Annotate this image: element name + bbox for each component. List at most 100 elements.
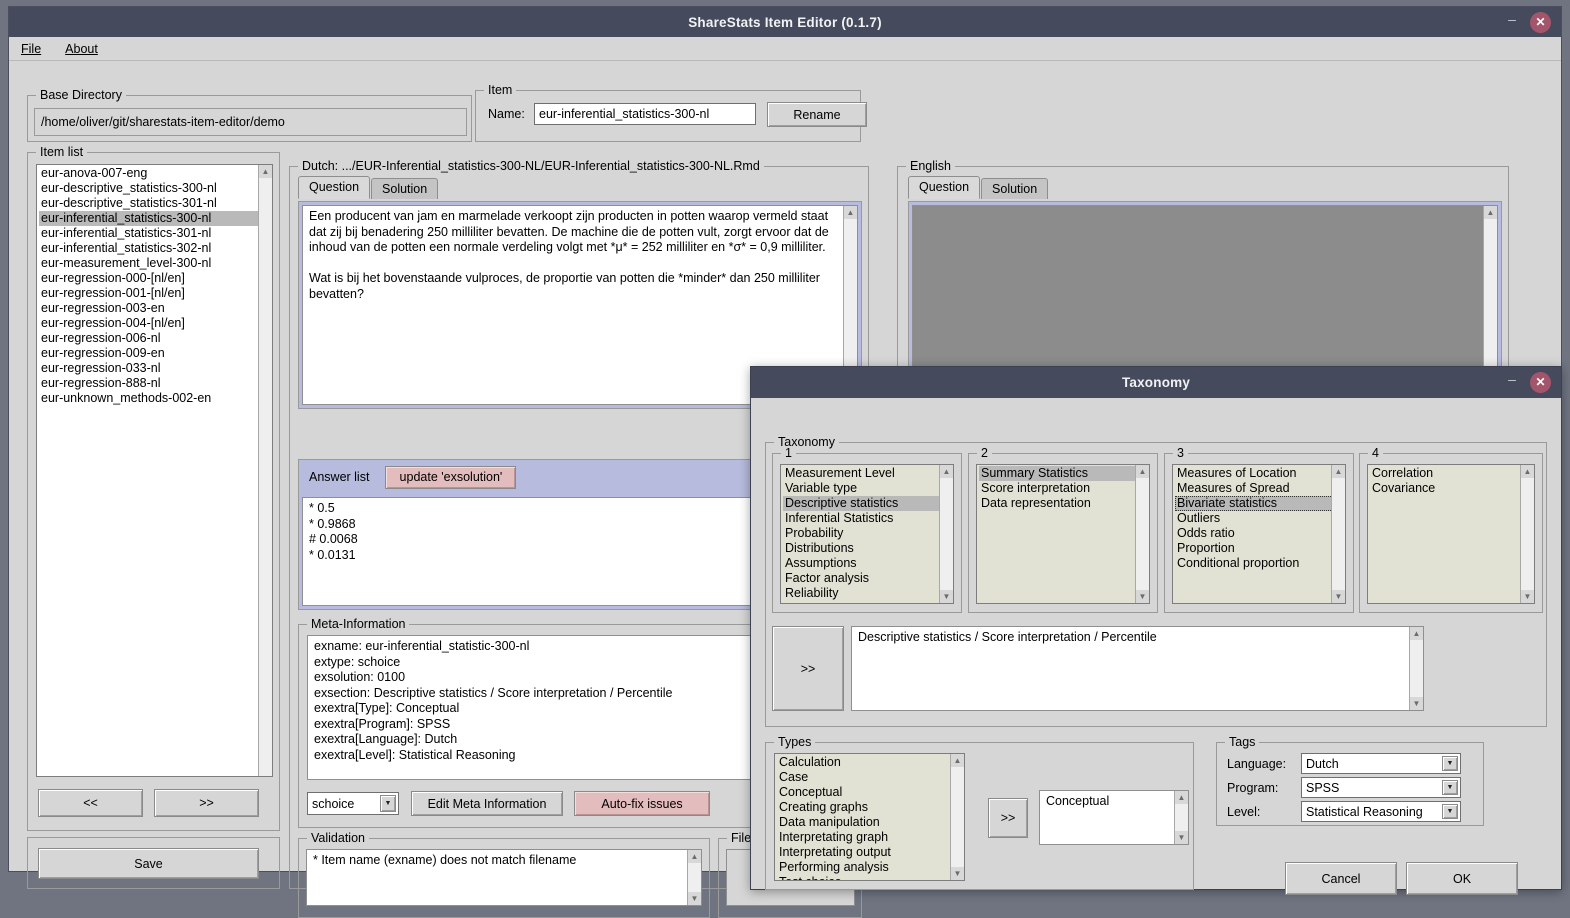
list-item[interactable]: eur-inferential_statistics-300-nl [39, 211, 272, 226]
close-icon[interactable]: ✕ [1530, 371, 1551, 393]
list-item[interactable]: Descriptive statistics [783, 496, 953, 511]
list-item[interactable]: Proportion [1175, 541, 1345, 556]
scroll-up-icon[interactable]: ▲ [844, 206, 857, 219]
list-item[interactable]: Inferential Statistics [783, 511, 953, 526]
list-item[interactable]: eur-regression-888-nl [39, 376, 272, 391]
list-item[interactable]: eur-descriptive_statistics-301-nl [39, 196, 272, 211]
minimize-icon[interactable]: – [1504, 12, 1520, 30]
list-item[interactable]: eur-descriptive_statistics-300-nl [39, 181, 272, 196]
list-item[interactable]: Test choice [777, 875, 964, 880]
tag-combo-level[interactable]: Statistical Reasoning ▼ [1301, 801, 1461, 822]
item-list-scrollbar[interactable]: ▲ [258, 165, 272, 776]
scrollbar-trough[interactable] [940, 478, 953, 590]
update-exsolution-button[interactable]: update 'exsolution' [385, 465, 517, 489]
scroll-down-icon[interactable]: ▼ [940, 590, 953, 603]
english-tab-question[interactable]: Question [908, 176, 981, 199]
taxonomy-scrollbar[interactable]: ▲ ▼ [1520, 465, 1534, 603]
save-button[interactable]: Save [38, 848, 259, 879]
scroll-down-icon[interactable]: ▼ [1410, 697, 1423, 710]
scrollbar-trough[interactable] [951, 767, 964, 867]
scrollbar-trough[interactable] [688, 863, 701, 892]
chevron-down-icon[interactable]: ▼ [1442, 804, 1458, 819]
menu-about[interactable]: About [65, 42, 98, 56]
list-item[interactable]: Data manipulation [777, 815, 964, 830]
taxonomy-scrollbar[interactable]: ▲ ▼ [1331, 465, 1345, 603]
list-item[interactable]: Case [777, 770, 964, 785]
validation-scrollbar[interactable]: ▲ ▼ [687, 850, 701, 905]
scroll-down-icon[interactable]: ▼ [1175, 831, 1188, 844]
english-tab-solution[interactable]: Solution [981, 178, 1049, 199]
list-item[interactable]: Conditional proportion [1175, 556, 1345, 571]
list-item[interactable]: Summary Statistics [979, 466, 1149, 481]
scrollbar-trough[interactable] [1410, 640, 1423, 697]
list-item[interactable]: eur-regression-009-en [39, 346, 272, 361]
close-icon[interactable]: ✕ [1530, 11, 1551, 33]
scroll-up-icon[interactable]: ▲ [688, 850, 701, 863]
taxonomy-listbox-1[interactable]: Measurement Level Variable type Descriptiv… [780, 464, 954, 604]
list-item[interactable]: Bivariate statistics [1175, 496, 1345, 511]
tag-combo-program[interactable]: SPSS ▼ [1301, 777, 1461, 798]
taxonomy-scrollbar[interactable]: ▲ ▼ [939, 465, 953, 603]
scroll-up-icon[interactable]: ▲ [1175, 791, 1188, 804]
taxonomy-listbox-2[interactable]: Summary Statistics Score interpretation Da… [976, 464, 1150, 604]
chosen-type-textarea[interactable]: Conceptual ▲ ▼ [1039, 790, 1189, 845]
minimize-icon[interactable]: – [1504, 372, 1520, 390]
scrollbar-trough[interactable] [1332, 478, 1345, 590]
types-scrollbar[interactable]: ▲ ▼ [950, 754, 964, 880]
selected-taxonomy-scrollbar[interactable]: ▲ ▼ [1409, 627, 1423, 710]
scrollbar-trough[interactable] [1175, 804, 1188, 831]
tag-combo-language[interactable]: Dutch ▼ [1301, 753, 1461, 774]
list-item[interactable]: Calculation [777, 755, 964, 770]
scroll-down-icon[interactable]: ▼ [1332, 590, 1345, 603]
list-item[interactable]: Factor analysis [783, 571, 953, 586]
scroll-up-icon[interactable]: ▲ [1484, 206, 1497, 219]
list-item[interactable]: Interpretating output [777, 845, 964, 860]
taxonomy-listbox-4[interactable]: Correlation Covariance ▲ ▼ [1367, 464, 1535, 604]
list-item[interactable]: Assumptions [783, 556, 953, 571]
chosen-type-scrollbar[interactable]: ▲ ▼ [1174, 791, 1188, 844]
types-listbox[interactable]: Calculation Case Conceptual Creating graphs… [774, 753, 965, 881]
menu-file[interactable]: File [21, 42, 41, 56]
list-item[interactable]: eur-regression-000-[nl/en] [39, 271, 272, 286]
list-item[interactable]: Variable type [783, 481, 953, 496]
list-item[interactable]: eur-regression-006-nl [39, 331, 272, 346]
list-item[interactable]: eur-regression-003-en [39, 301, 272, 316]
scroll-up-icon[interactable]: ▲ [951, 754, 964, 767]
chevron-down-icon[interactable]: ▼ [1442, 756, 1458, 771]
list-item[interactable]: Probability [783, 526, 953, 541]
list-item[interactable]: Measurement Level [783, 466, 953, 481]
taxonomy-listbox-3[interactable]: Measures of Location Measures of Spread Bi… [1172, 464, 1346, 604]
list-item[interactable]: eur-inferential_statistics-302-nl [39, 241, 272, 256]
list-item[interactable]: Conceptual [777, 785, 964, 800]
taxonomy-scrollbar[interactable]: ▲ ▼ [1135, 465, 1149, 603]
list-item[interactable]: Outliers [1175, 511, 1345, 526]
scroll-up-icon[interactable]: ▲ [940, 465, 953, 478]
scroll-up-icon[interactable]: ▲ [259, 165, 272, 178]
scrollbar-trough[interactable] [1136, 478, 1149, 590]
edit-meta-information-button[interactable]: Edit Meta Information [411, 791, 563, 816]
list-item[interactable]: Odds ratio [1175, 526, 1345, 541]
list-item[interactable]: Interpretating graph [777, 830, 964, 845]
list-item[interactable]: eur-inferential_statistics-301-nl [39, 226, 272, 241]
chevron-down-icon[interactable]: ▼ [380, 795, 396, 812]
validation-textarea[interactable]: * Item name (exname) does not match file… [306, 849, 702, 906]
scroll-up-icon[interactable]: ▲ [1136, 465, 1149, 478]
add-taxonomy-button[interactable]: >> [772, 626, 844, 711]
list-item[interactable]: Distributions [783, 541, 953, 556]
cancel-button[interactable]: Cancel [1285, 862, 1397, 895]
item-name-input[interactable] [534, 103, 756, 125]
scroll-down-icon[interactable]: ▼ [1521, 590, 1534, 603]
scroll-down-icon[interactable]: ▼ [1136, 590, 1149, 603]
list-item[interactable]: Correlation [1370, 466, 1534, 481]
scroll-up-icon[interactable]: ▲ [1521, 465, 1534, 478]
list-item[interactable]: eur-unknown_methods-002-en [39, 391, 272, 406]
scroll-down-icon[interactable]: ▼ [951, 867, 964, 880]
extype-combo[interactable]: schoice ▼ [307, 792, 399, 815]
scroll-up-icon[interactable]: ▲ [1410, 627, 1423, 640]
item-list-box[interactable]: eur-anova-007-eng eur-descriptive_statist… [36, 164, 273, 777]
list-item[interactable]: eur-measurement_level-300-nl [39, 256, 272, 271]
list-item[interactable]: eur-regression-033-nl [39, 361, 272, 376]
auto-fix-issues-button[interactable]: Auto-fix issues [574, 791, 710, 816]
prev-item-button[interactable]: << [38, 789, 143, 817]
selected-taxonomy-textarea[interactable]: Descriptive statistics / Score interpret… [851, 626, 1424, 711]
